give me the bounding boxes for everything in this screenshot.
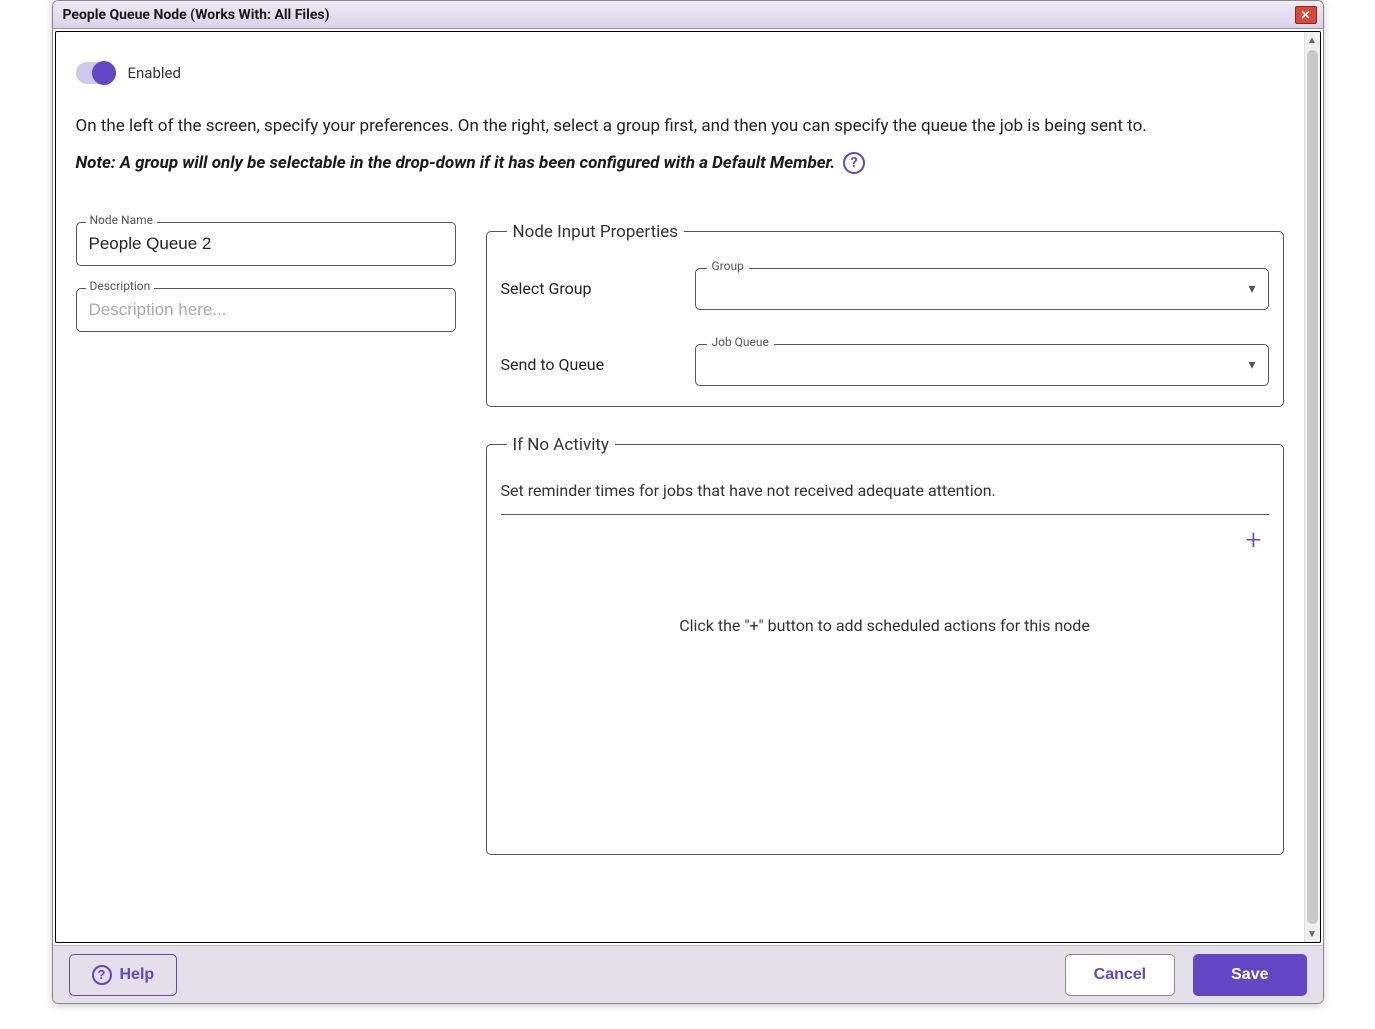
vertical-scrollbar[interactable]: ▲ ▼ xyxy=(1304,32,1320,942)
node-name-field: Node Name xyxy=(76,222,456,266)
note-text: Note: A group will only be selectable in… xyxy=(76,153,836,173)
send-queue-label: Send to Queue xyxy=(501,355,671,374)
add-action-button[interactable]: + xyxy=(1239,523,1269,556)
group-select[interactable]: ▾ xyxy=(695,268,1269,310)
close-button[interactable]: ✕ xyxy=(1295,6,1317,24)
no-activity-legend: If No Activity xyxy=(507,435,615,455)
enabled-toggle[interactable] xyxy=(76,62,116,84)
job-queue-select[interactable]: ▾ xyxy=(695,344,1269,386)
dialog-footer: ? Help Cancel Save xyxy=(53,945,1323,1003)
window-title: People Queue Node (Works With: All Files… xyxy=(63,7,330,23)
node-input-legend: Node Input Properties xyxy=(507,222,685,242)
enabled-toggle-row: Enabled xyxy=(76,62,1284,84)
description-input[interactable] xyxy=(76,288,456,332)
left-column: Node Name Description xyxy=(76,222,456,354)
description-field: Description xyxy=(76,288,456,332)
content-area: Enabled On the left of the screen, speci… xyxy=(55,31,1321,943)
node-name-input[interactable] xyxy=(76,222,456,266)
add-action-row: + xyxy=(501,523,1269,556)
dialog-window: People Queue Node (Works With: All Files… xyxy=(52,0,1324,1004)
group-select-wrap: Group ▾ xyxy=(695,268,1269,310)
scroll-thumb[interactable] xyxy=(1307,50,1318,924)
cancel-button[interactable]: Cancel xyxy=(1065,954,1175,996)
help-button[interactable]: ? Help xyxy=(69,954,178,996)
no-activity-panel: If No Activity Set reminder times for jo… xyxy=(486,435,1284,855)
chevron-down-icon: ▾ xyxy=(1248,281,1255,297)
scroll-up-arrow-icon[interactable]: ▲ xyxy=(1305,32,1320,48)
help-icon: ? xyxy=(92,965,112,985)
titlebar: People Queue Node (Works With: All Files… xyxy=(53,1,1323,29)
main-content: Enabled On the left of the screen, speci… xyxy=(56,32,1304,942)
form-columns: Node Name Description Node Input Propert… xyxy=(76,222,1284,883)
description-label: Description xyxy=(86,279,155,293)
help-button-label: Help xyxy=(120,966,155,984)
plus-icon: + xyxy=(1246,523,1262,556)
send-queue-row: Send to Queue Job Queue ▾ xyxy=(501,344,1269,386)
node-input-panel: Node Input Properties Select Group Group… xyxy=(486,222,1284,407)
node-name-label: Node Name xyxy=(86,213,158,227)
group-floating-label: Group xyxy=(707,259,749,273)
note-help-icon[interactable]: ? xyxy=(843,152,865,174)
toggle-knob xyxy=(92,61,116,85)
scroll-down-arrow-icon[interactable]: ▼ xyxy=(1305,926,1320,942)
close-icon: ✕ xyxy=(1300,8,1310,22)
enabled-label: Enabled xyxy=(128,64,181,82)
save-button[interactable]: Save xyxy=(1193,954,1306,996)
no-activity-description: Set reminder times for jobs that have no… xyxy=(501,481,1269,515)
right-column: Node Input Properties Select Group Group… xyxy=(486,222,1284,883)
chevron-down-icon: ▾ xyxy=(1248,357,1255,373)
select-group-label: Select Group xyxy=(501,279,671,298)
no-activity-empty-message: Click the "+" button to add scheduled ac… xyxy=(501,616,1269,635)
note-row: Note: A group will only be selectable in… xyxy=(76,152,1284,174)
intro-text: On the left of the screen, specify your … xyxy=(76,114,1284,140)
footer-actions: Cancel Save xyxy=(1065,954,1307,996)
select-group-row: Select Group Group ▾ xyxy=(501,268,1269,310)
job-queue-floating-label: Job Queue xyxy=(707,335,774,349)
job-queue-select-wrap: Job Queue ▾ xyxy=(695,344,1269,386)
